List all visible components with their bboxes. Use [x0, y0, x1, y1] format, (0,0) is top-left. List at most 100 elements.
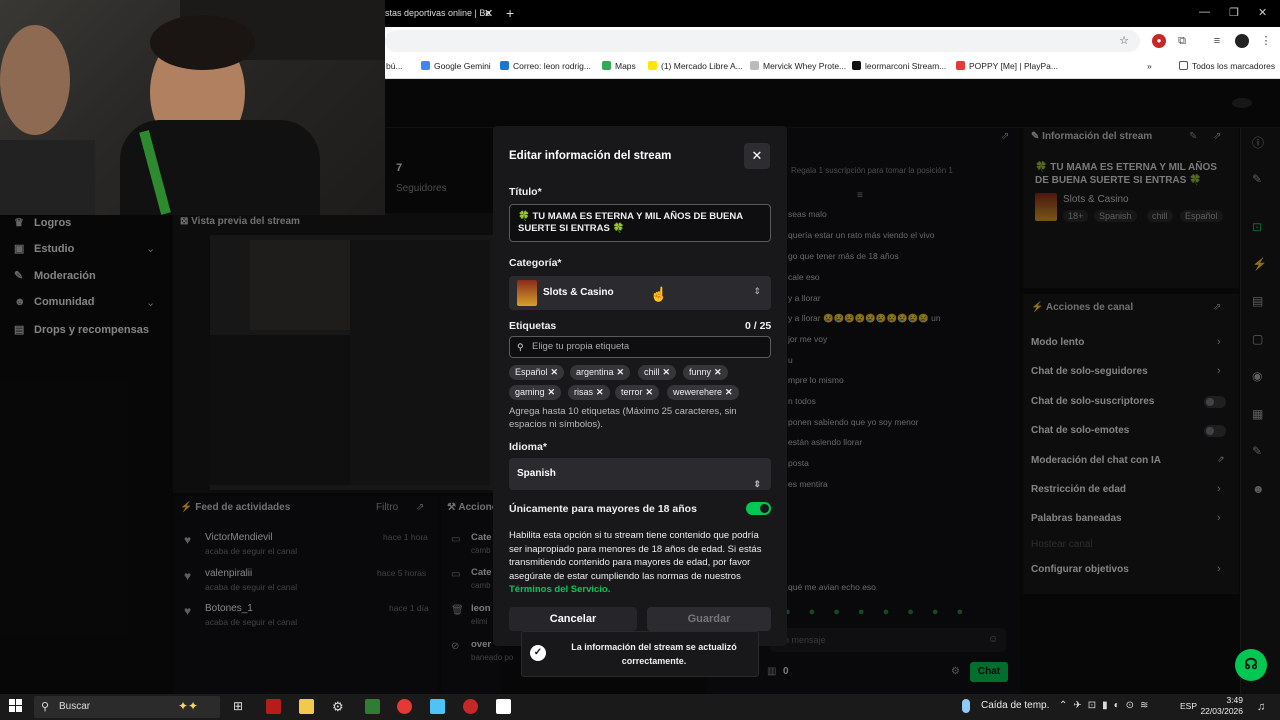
taskbar-clock[interactable]: 3:49 22/03/2026 — [1195, 695, 1243, 717]
tag-chip[interactable]: chill ✕ — [638, 365, 677, 380]
adult-content-toggle[interactable] — [746, 502, 771, 515]
tag-label: funny — [689, 367, 712, 377]
maps-pin-icon — [602, 61, 611, 70]
category-select[interactable]: Slots & Casino ⇕ — [509, 276, 771, 310]
tag-chip[interactable]: gaming ✕ — [509, 385, 562, 400]
category-thumbnail — [517, 280, 537, 306]
windows-start-icon[interactable] — [9, 699, 22, 712]
remove-tag-icon[interactable]: ✕ — [663, 367, 671, 377]
address-bar[interactable] — [385, 30, 1140, 52]
modal-title: Editar información del stream — [509, 150, 672, 162]
language-select[interactable]: Spanish ⇕ — [509, 458, 771, 490]
search-icon: ⚲ — [41, 701, 50, 713]
menu-kebab-icon[interactable]: ⋮ — [1259, 34, 1273, 48]
mail-icon — [500, 61, 509, 70]
tag-chip[interactable]: Español ✕ — [509, 365, 565, 380]
category-value: Slots & Casino — [543, 287, 614, 298]
app-icon[interactable] — [496, 699, 511, 714]
start-tile — [9, 699, 15, 705]
extension-icon[interactable]: ● — [1152, 34, 1166, 48]
check-icon: ✓ — [530, 645, 546, 661]
tag-chip[interactable]: wewerehere ✕ — [667, 385, 739, 400]
adult-description-text: Habilita esta opción si tu stream tiene … — [509, 530, 762, 582]
weather-text[interactable]: Caída de temp. — [981, 700, 1049, 711]
bookmark-label: Todos los marcadores — [1192, 61, 1276, 71]
app-icon[interactable] — [463, 699, 478, 714]
bookmark-label: POPPY [Me] | PlayPa... — [969, 61, 1058, 71]
language-label: Idioma* — [509, 441, 547, 453]
extensions-puzzle-icon[interactable]: ⧉ — [1175, 34, 1189, 48]
app-icon[interactable] — [266, 699, 281, 714]
category-label: Categoría* — [509, 257, 562, 269]
remove-tag-icon[interactable]: ✕ — [551, 367, 559, 377]
start-tile — [9, 706, 15, 712]
settings-gear-icon[interactable]: ⚙ — [332, 699, 347, 714]
remove-tag-icon[interactable]: ✕ — [596, 387, 604, 397]
file-explorer-icon[interactable] — [299, 699, 314, 714]
remove-tag-icon[interactable]: ✕ — [617, 367, 625, 377]
bookmarks-more-icon[interactable]: » — [1147, 61, 1152, 71]
system-tray-icons[interactable]: ⌃✈⊡▮◐⊙≋ — [1059, 700, 1154, 711]
sparkle-icon: ✦✦ — [178, 699, 199, 713]
tag-label: terror — [621, 387, 643, 397]
remove-tag-icon[interactable]: ✕ — [646, 387, 654, 397]
bookmark-gemini[interactable]: Google Gemini — [421, 61, 491, 71]
tag-chip[interactable]: terror ✕ — [615, 385, 660, 400]
edit-stream-modal: Editar información del stream ✕ Título* … — [493, 126, 787, 646]
notification-bell-icon[interactable]: ♫ — [1257, 701, 1265, 713]
toast-message: La información del stream se actualizó c… — [571, 642, 737, 666]
bookmark-label: leormarconi Stream... — [865, 61, 947, 71]
adult-description: Habilita esta opción si tu stream tiene … — [509, 529, 771, 597]
tag-chip[interactable]: risas ✕ — [568, 385, 610, 400]
mervick-icon — [750, 61, 759, 70]
tag-chip[interactable]: funny ✕ — [683, 365, 728, 380]
thermometer-icon — [962, 699, 970, 713]
task-view-icon[interactable]: ⊞ — [233, 699, 248, 714]
calculator-icon[interactable] — [365, 699, 380, 714]
bookmark-item[interactable]: bú... — [386, 61, 403, 71]
tag-label: risas — [574, 387, 594, 397]
tags-counter: 0 / 25 — [745, 320, 772, 332]
tags-label: Etiquetas — [509, 320, 557, 332]
browser-tab[interactable]: stas deportivas online | Be — [385, 0, 500, 27]
window-close-icon[interactable]: ✕ — [1258, 6, 1267, 19]
all-bookmarks[interactable]: Todos los marcadores — [1179, 61, 1275, 71]
success-toast: ✓ La información del stream se actualizó… — [521, 631, 759, 677]
tag-label: wewerehere — [673, 387, 723, 397]
tag-label: Español — [515, 367, 548, 377]
tag-label: gaming — [515, 387, 545, 397]
title-input[interactable]: 🍀 TU MAMA ES ETERNA Y MIL AÑOS DE BUENA … — [509, 204, 771, 242]
bookmark-maps[interactable]: Maps — [602, 61, 636, 71]
bookmark-mercadolibre[interactable]: (1) Mercado Libre A... — [648, 61, 743, 71]
bookmark-mail[interactable]: Correo: leon rodrig... — [500, 61, 591, 71]
new-tab-icon[interactable]: + — [506, 5, 514, 21]
bookmark-mervick[interactable]: Mervick Whey Prote... — [750, 61, 846, 71]
minimize-icon[interactable]: — — [1199, 6, 1210, 18]
tags-search-input[interactable]: Elige tu propia etiqueta — [509, 336, 771, 358]
app-icon[interactable] — [430, 699, 445, 714]
bookmark-kick[interactable]: leormarconi Stream... — [852, 61, 946, 71]
bookmark-label: (1) Mercado Libre A... — [661, 61, 743, 71]
webcam-hair — [150, 15, 255, 70]
bookmark-star-icon[interactable]: ☆ — [1117, 34, 1131, 48]
restore-icon[interactable]: ❐ — [1229, 6, 1239, 19]
reading-list-icon[interactable]: ≡ — [1210, 34, 1224, 48]
tag-chip[interactable]: argentina ✕ — [570, 365, 631, 380]
mouse-cursor-icon: ☝ — [650, 286, 668, 302]
chrome-icon[interactable] — [397, 699, 412, 714]
terms-link[interactable]: Términos del Servicio. — [509, 584, 610, 595]
profile-avatar[interactable] — [1235, 34, 1249, 48]
select-arrows-icon: ⇕ — [753, 286, 761, 296]
remove-tag-icon[interactable]: ✕ — [725, 387, 733, 397]
remove-tag-icon[interactable]: ✕ — [548, 387, 556, 397]
remove-tag-icon[interactable]: ✕ — [714, 367, 722, 377]
playpal-icon — [956, 61, 965, 70]
bookmark-playpal[interactable]: POPPY [Me] | PlayPa... — [956, 61, 1058, 71]
tab-close-icon[interactable]: ✕ — [484, 7, 493, 20]
folder-icon — [1179, 61, 1188, 70]
support-headset-icon[interactable]: ☊ — [1235, 649, 1267, 681]
save-button[interactable]: Guardar — [647, 607, 771, 631]
cancel-button[interactable]: Cancelar — [509, 607, 637, 631]
bookmark-label: Mervick Whey Prote... — [763, 61, 847, 71]
close-icon[interactable]: ✕ — [744, 143, 770, 169]
